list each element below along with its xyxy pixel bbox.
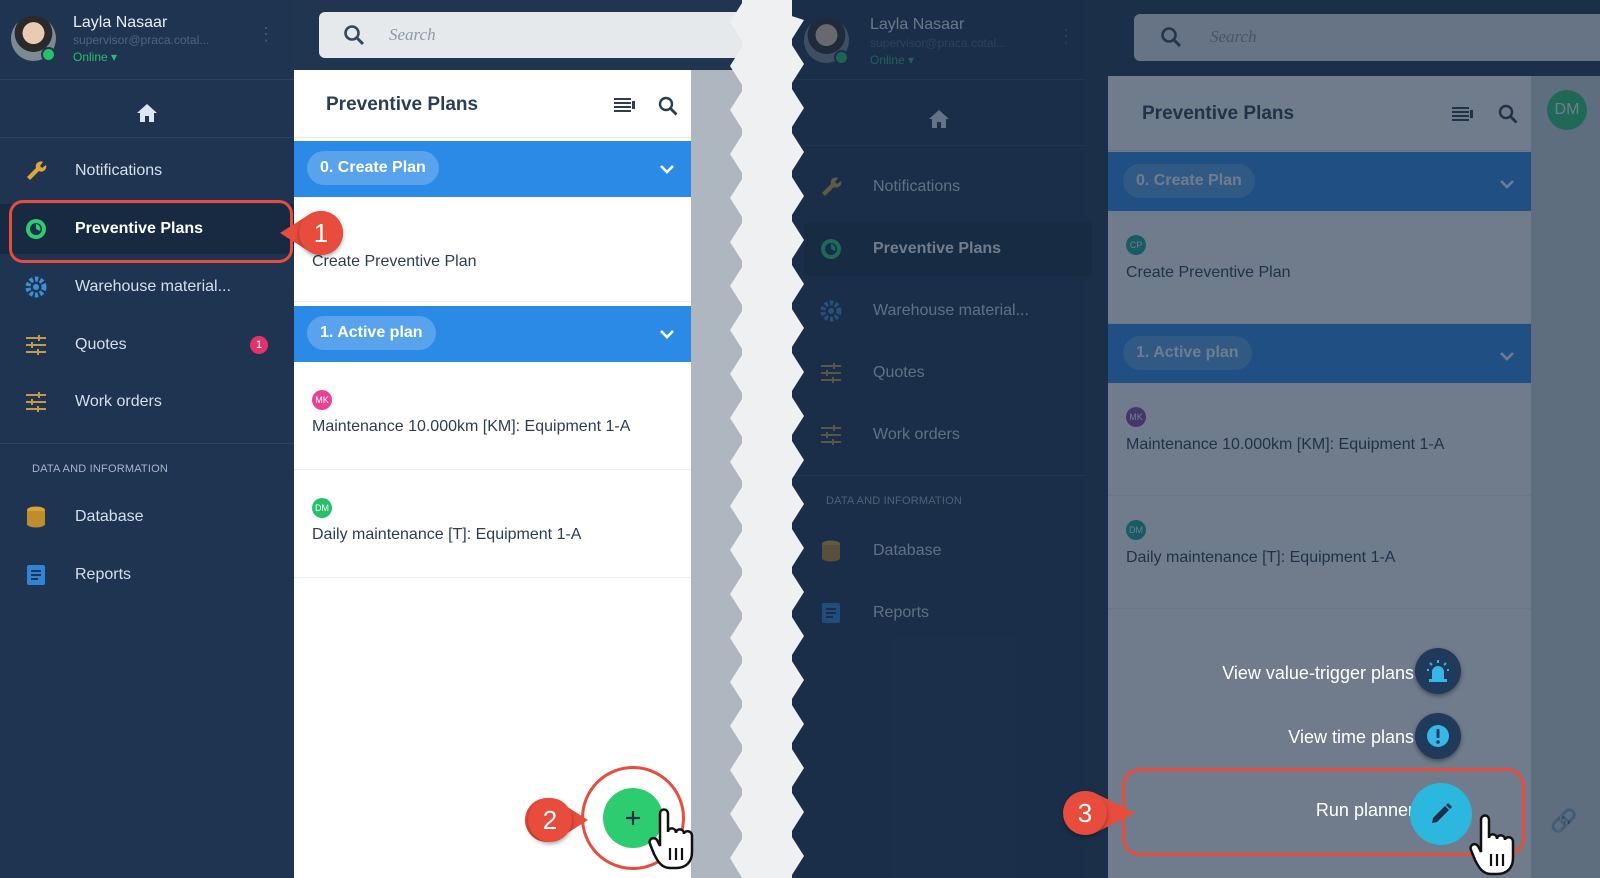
sidebar: Layla Nasaar supervisor@praca.cotal... O… bbox=[0, 0, 294, 878]
hand-cursor-icon bbox=[648, 808, 694, 870]
home-icon bbox=[137, 103, 157, 122]
search-placeholder: Search bbox=[389, 25, 436, 44]
more-vertical-icon[interactable]: ⋮ bbox=[257, 25, 275, 43]
background-region bbox=[691, 70, 742, 878]
search-icon bbox=[343, 24, 365, 51]
dim-overlay[interactable] bbox=[792, 0, 1600, 878]
section-label: DATA AND INFORMATION bbox=[32, 463, 169, 475]
user-card[interactable]: Layla Nasaar supervisor@praca.cotal... O… bbox=[0, 0, 294, 80]
group-label: 0. Create Plan bbox=[307, 151, 439, 185]
panel-title: Preventive Plans bbox=[326, 94, 479, 115]
sliders-icon bbox=[24, 333, 48, 357]
list-item[interactable]: Create Preventive Plan bbox=[294, 197, 691, 302]
plan-title: Maintenance 10.000km [KM]: Equipment 1-A bbox=[312, 418, 631, 435]
sidebar-item-label: Notifications bbox=[75, 162, 163, 179]
group-active-plan[interactable]: 1. Active plan bbox=[294, 306, 691, 362]
callout-number-2: 2 bbox=[528, 798, 572, 842]
sidebar-item-warehouse[interactable]: Warehouse material... bbox=[0, 262, 294, 312]
sidebar-item-reports[interactable]: Reports bbox=[0, 550, 294, 600]
action-label: View time plans bbox=[1288, 727, 1414, 747]
sidebar-item-quotes[interactable]: Quotes 1 bbox=[0, 320, 294, 370]
list-item[interactable]: MK Maintenance 10.000km [KM]: Equipment … bbox=[294, 362, 691, 470]
gear-icon bbox=[24, 275, 48, 299]
hand-cursor-icon bbox=[1469, 814, 1515, 876]
user-email: supervisor@praca.cotal... bbox=[73, 33, 210, 47]
action-label: View value-trigger plans bbox=[1222, 663, 1414, 683]
list-view-icon[interactable] bbox=[614, 98, 636, 117]
group-label: 1. Active plan bbox=[307, 316, 436, 350]
database-icon bbox=[24, 505, 48, 529]
chevron-down-icon[interactable] bbox=[659, 161, 675, 179]
list-item[interactable]: DM Daily maintenance [T]: Equipment 1-A bbox=[294, 470, 691, 578]
wrench-icon bbox=[24, 159, 48, 183]
plans-list-panel: Preventive Plans 0. Create Plan Create P… bbox=[294, 70, 691, 878]
group-create-plan[interactable]: 0. Create Plan bbox=[294, 141, 691, 197]
panel-header: Preventive Plans bbox=[294, 70, 691, 138]
initials-avatar: MK bbox=[312, 390, 332, 410]
sidebar-item-label: Quotes bbox=[75, 336, 127, 353]
exclamation-icon[interactable] bbox=[1415, 713, 1461, 759]
chevron-down-icon[interactable] bbox=[659, 326, 675, 344]
highlight-ring bbox=[9, 200, 293, 263]
report-icon bbox=[24, 563, 48, 587]
callout-number-1: 1 bbox=[299, 211, 343, 255]
sidebar-divider bbox=[0, 443, 294, 444]
plus-icon bbox=[626, 811, 640, 825]
screenshot-step-1-2: Layla Nasaar supervisor@praca.cotal... O… bbox=[0, 0, 742, 878]
sidebar-item-notifications[interactable]: Notifications bbox=[0, 146, 294, 196]
online-indicator bbox=[41, 47, 56, 62]
quotes-count-badge: 1 bbox=[250, 336, 268, 354]
callout-number-3: 3 bbox=[1063, 791, 1107, 835]
search-bar[interactable]: Search bbox=[319, 12, 742, 58]
user-status[interactable]: Online ▾ bbox=[73, 50, 117, 64]
sidebar-item-label: Warehouse material... bbox=[75, 278, 231, 295]
plan-title: Daily maintenance [T]: Equipment 1-A bbox=[312, 526, 582, 543]
home-button[interactable] bbox=[0, 88, 294, 138]
sidebar-item-label: Database bbox=[75, 508, 144, 525]
sidebar-item-label: Work orders bbox=[75, 393, 162, 410]
sliders-icon bbox=[24, 390, 48, 414]
sidebar-item-label: Reports bbox=[75, 566, 132, 583]
highlight-ring bbox=[1122, 768, 1525, 856]
sidebar-item-work-orders[interactable]: Work orders bbox=[0, 377, 294, 427]
search-icon[interactable] bbox=[658, 96, 678, 121]
user-name: Layla Nasaar bbox=[73, 14, 168, 31]
screenshot-step-3: Layla Nasaar supervisor@praca.cotal... O… bbox=[792, 0, 1600, 878]
alarm-light-icon[interactable] bbox=[1415, 648, 1461, 694]
initials-avatar: DM bbox=[312, 498, 332, 518]
sidebar-item-database[interactable]: Database bbox=[0, 492, 294, 542]
